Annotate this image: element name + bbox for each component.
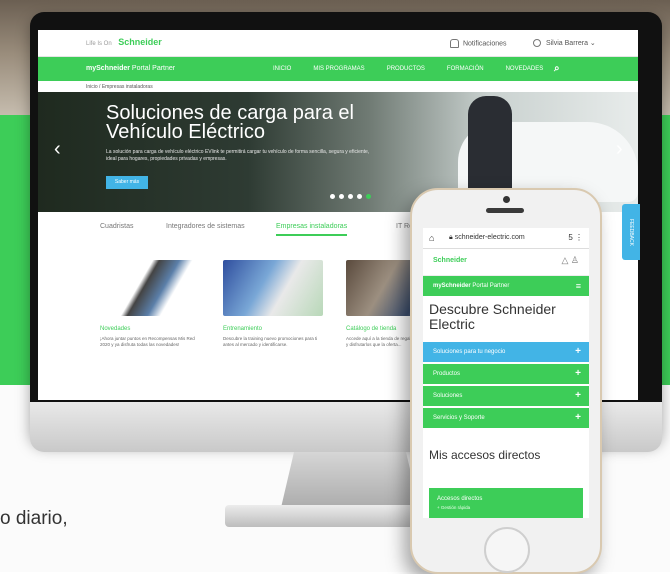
nav-item-novedades[interactable]: NOVEDADES [506, 66, 544, 72]
schneider-logo[interactable]: Schneider [433, 257, 467, 264]
menu-item-servicios[interactable]: Servicios y Soporte + [423, 408, 589, 428]
nav-items: INICIO MIS PROGRAMAS PRODUCTOS FORMACIÓN… [273, 66, 543, 72]
notifications-link[interactable]: Notificaciones [450, 39, 507, 48]
nav-item-productos[interactable]: PRODUCTOS [387, 66, 425, 72]
plus-icon: + [575, 412, 581, 423]
bell-icon [450, 39, 459, 48]
card-novedades[interactable]: Novedades ¡Ahora juntar puntos en Recomp… [100, 260, 200, 348]
phone-screen: ⌂ 🔒︎ schneider-electric.com 5 ⋮ Schneide… [423, 228, 589, 518]
chevron-right-icon[interactable]: › [616, 138, 623, 161]
nav-item-formacion[interactable]: FORMACIÓN [447, 66, 484, 72]
tab-cuadristas[interactable]: Cuadristas [100, 223, 133, 230]
carousel-dots [330, 194, 371, 199]
home-icon[interactable]: ⌂ [429, 228, 434, 248]
chevron-left-icon[interactable]: ‹ [54, 138, 61, 161]
phone-address-bar[interactable]: ⌂ 🔒︎ schneider-electric.com 5 ⋮ [423, 228, 589, 249]
main-nav: mySchneider Portal Partner INICIO MIS PR… [38, 57, 638, 81]
hero-cta-button[interactable]: Saber más [106, 176, 148, 189]
plus-icon: + [575, 346, 581, 357]
menu-item-soluciones[interactable]: Soluciones + [423, 386, 589, 406]
card-image [100, 260, 200, 316]
hero-title: Soluciones de carga para el Vehículo Elé… [106, 102, 354, 143]
carousel-dot[interactable] [330, 194, 335, 199]
menu-item-soluciones-negocio[interactable]: Soluciones para tu negocio + [423, 342, 589, 362]
schneider-logo[interactable]: Life Is On Schneider [86, 37, 162, 47]
site-top-bar: Life Is On Schneider Notificaciones Silv… [38, 30, 638, 57]
card-text: ¡Ahora juntar puntos en Recompensas Mis … [100, 336, 195, 347]
feedback-tab[interactable]: FEEDBACK [622, 204, 640, 260]
phone-home-button[interactable] [484, 527, 530, 573]
card-image [223, 260, 323, 316]
monitor-stand-neck [280, 452, 420, 512]
shortcut-card[interactable]: Accesos directos + Gestión rápida [429, 488, 583, 518]
hamburger-menu-icon[interactable]: ≡ [576, 276, 581, 296]
phone-camera [503, 196, 510, 203]
tab-integradores[interactable]: Integradores de sistemas [166, 223, 245, 230]
user-icon [533, 39, 541, 48]
carousel-dot[interactable] [339, 194, 344, 199]
hero-description: La solución para carga de vehículo eléct… [106, 149, 370, 162]
menu-item-productos[interactable]: Productos + [423, 364, 589, 384]
tab-empresas-instaladoras[interactable]: Empresas instaladoras [276, 223, 348, 236]
portal-title: mySchneider Portal Partner [86, 65, 176, 72]
bell-icon[interactable]: △ [561, 255, 568, 265]
card-entrenamiento[interactable]: Entrenamiento Descubre la training nuevo… [223, 260, 323, 348]
phone-portal-bar: mySchneider Portal Partner ≡ [423, 276, 589, 296]
plus-icon: + [575, 368, 581, 379]
lock-icon: 🔒︎ [449, 234, 453, 241]
tabs-count-icon[interactable]: 5 ⋮ [568, 228, 583, 248]
phone-frame: ⌂ 🔒︎ schneider-electric.com 5 ⋮ Schneide… [410, 188, 602, 574]
card-title: Novedades [100, 326, 131, 332]
nav-item-programas[interactable]: MIS PROGRAMAS [313, 66, 364, 72]
background-caption-text: o diario, [0, 508, 68, 529]
phone-menu-list: Soluciones para tu negocio + Productos + S… [423, 342, 589, 428]
carousel-dot[interactable] [357, 194, 362, 199]
card-text: Descubre la training nuevo promociones p… [223, 336, 318, 347]
card-title: Entrenamiento [223, 326, 263, 332]
search-icon[interactable]: ⌕ [554, 63, 560, 74]
carousel-dot-active[interactable] [366, 194, 371, 199]
carousel-dot[interactable] [348, 194, 353, 199]
chevron-down-icon: ⌄ [589, 40, 596, 47]
user-icon[interactable]: ♙ [571, 255, 579, 265]
plus-icon: + [575, 390, 581, 401]
phone-subtitle: Mis accesos directos [429, 448, 541, 462]
phone-speaker [486, 208, 524, 213]
user-menu[interactable]: Silvia Barrera ⌄ [533, 39, 596, 48]
nav-item-inicio[interactable]: INICIO [273, 66, 291, 72]
phone-site-header: Schneider △ ♙ [423, 249, 589, 276]
phone-header-icons: △ ♙ [561, 255, 579, 266]
url-text: schneider-electric.com [454, 234, 525, 241]
phone-page-title: Descubre Schneider Electric [429, 301, 556, 332]
